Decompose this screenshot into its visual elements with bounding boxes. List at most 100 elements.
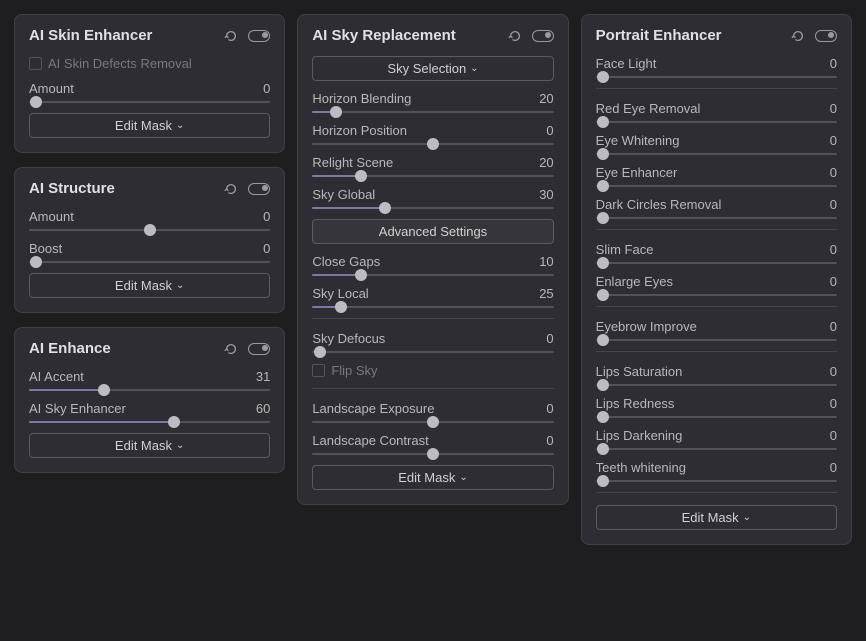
- slider-lips-darkening[interactable]: Lips Darkening0: [596, 428, 837, 450]
- slider-value: 0: [830, 319, 837, 334]
- slider-label: Landscape Contrast: [312, 433, 428, 448]
- slider-label: Eyebrow Improve: [596, 319, 697, 334]
- slider-value: 0: [263, 81, 270, 96]
- checkbox-icon: [29, 57, 42, 70]
- slider-ai-sky-enhancer[interactable]: AI Sky Enhancer 60: [29, 401, 270, 423]
- slider-value: 0: [830, 396, 837, 411]
- slider-value: 0: [830, 197, 837, 212]
- slider-close-gaps[interactable]: Close Gaps10: [312, 254, 553, 276]
- panel-toggle[interactable]: [248, 30, 270, 42]
- slider-horizon-blending[interactable]: Horizon Blending 20: [312, 91, 553, 113]
- sky-selection-button[interactable]: Sky Selection⌄: [312, 56, 553, 81]
- undo-icon[interactable]: [508, 29, 522, 43]
- slider-amount[interactable]: Amount 0: [29, 81, 270, 103]
- slider-ai-accent[interactable]: AI Accent 31: [29, 369, 270, 391]
- slider-label: Sky Defocus: [312, 331, 385, 346]
- panel-title: AI Skin Enhancer: [29, 27, 152, 44]
- slider-label: Sky Global: [312, 187, 375, 202]
- slider-value: 30: [539, 187, 553, 202]
- undo-icon[interactable]: [224, 342, 238, 356]
- undo-icon[interactable]: [791, 29, 805, 43]
- panel-toggle[interactable]: [532, 30, 554, 42]
- slider-horizon-position[interactable]: Horizon Position0: [312, 123, 553, 145]
- panel-structure: AI Structure Amount 0 Boost 0 Edit Mask⌄: [14, 167, 285, 313]
- slider-eye-enhancer[interactable]: Eye Enhancer0: [596, 165, 837, 187]
- panel-toggle[interactable]: [248, 183, 270, 195]
- panel-toggle[interactable]: [248, 343, 270, 355]
- slider-boost[interactable]: Boost 0: [29, 241, 270, 263]
- slider-label: AI Accent: [29, 369, 84, 384]
- chevron-down-icon: ⌄: [459, 472, 467, 483]
- slider-face-light[interactable]: Face Light 0: [596, 56, 837, 78]
- slider-value: 0: [263, 209, 270, 224]
- slider-sky-global[interactable]: Sky Global 30: [312, 187, 553, 209]
- advanced-settings-button[interactable]: Advanced Settings: [312, 219, 553, 244]
- slider-value: 0: [830, 274, 837, 289]
- slider-value: 0: [830, 101, 837, 116]
- slider-teeth-whitening[interactable]: Teeth whitening0: [596, 460, 837, 482]
- slider-red-eye[interactable]: Red Eye Removal 0: [596, 101, 837, 123]
- slider-landscape-contrast[interactable]: Landscape Contrast 0: [312, 433, 553, 455]
- edit-mask-button[interactable]: Edit Mask⌄: [29, 113, 270, 138]
- panel-skin-enhancer: AI Skin Enhancer AI Skin Defects Removal…: [14, 14, 285, 153]
- slider-value: 0: [830, 133, 837, 148]
- flip-sky-checkbox-row[interactable]: Flip Sky: [312, 363, 553, 378]
- edit-mask-button[interactable]: Edit Mask⌄: [596, 505, 837, 530]
- slider-enlarge-eyes[interactable]: Enlarge Eyes 0: [596, 274, 837, 296]
- panel-enhance: AI Enhance AI Accent31 AI Sky Enhancer60…: [14, 327, 285, 473]
- chevron-down-icon: ⌄: [176, 440, 184, 451]
- slider-label: AI Sky Enhancer: [29, 401, 126, 416]
- slider-label: Red Eye Removal: [596, 101, 701, 116]
- slider-value: 20: [539, 91, 553, 106]
- slider-value: 60: [256, 401, 270, 416]
- edit-mask-button[interactable]: Edit Mask⌄: [29, 273, 270, 298]
- panel-title: AI Sky Replacement: [312, 27, 455, 44]
- slider-value: 0: [830, 165, 837, 180]
- slider-value: 0: [830, 364, 837, 379]
- slider-value: 0: [830, 428, 837, 443]
- slider-value: 0: [546, 433, 553, 448]
- slider-sky-local[interactable]: Sky Local25: [312, 286, 553, 308]
- chevron-down-icon: ⌄: [470, 63, 478, 74]
- slider-label: Amount: [29, 209, 74, 224]
- undo-icon[interactable]: [224, 182, 238, 196]
- slider-value: 0: [546, 331, 553, 346]
- slider-label: Close Gaps: [312, 254, 380, 269]
- slider-dark-circles[interactable]: Dark Circles Removal 0: [596, 197, 837, 219]
- edit-mask-button[interactable]: Edit Mask⌄: [29, 433, 270, 458]
- panel-sky-replacement: AI Sky Replacement Sky Selection⌄ Horizo…: [297, 14, 568, 505]
- slider-value: 0: [546, 123, 553, 138]
- slider-slim-face[interactable]: Slim Face0: [596, 242, 837, 264]
- panel-title: Portrait Enhancer: [596, 27, 722, 44]
- slider-label: Dark Circles Removal: [596, 197, 722, 212]
- slider-label: Relight Scene: [312, 155, 393, 170]
- checkbox-label: Flip Sky: [331, 363, 377, 378]
- skin-defects-checkbox-row[interactable]: AI Skin Defects Removal: [29, 56, 270, 71]
- slider-value: 0: [263, 241, 270, 256]
- slider-amount[interactable]: Amount 0: [29, 209, 270, 231]
- slider-sky-defocus[interactable]: Sky Defocus 0: [312, 331, 553, 353]
- slider-label: Amount: [29, 81, 74, 96]
- slider-value: 0: [830, 242, 837, 257]
- undo-icon[interactable]: [224, 29, 238, 43]
- slider-landscape-exposure[interactable]: Landscape Exposure0: [312, 401, 553, 423]
- edit-mask-button[interactable]: Edit Mask⌄: [312, 465, 553, 490]
- slider-label: Horizon Blending: [312, 91, 411, 106]
- slider-eyebrow-improve[interactable]: Eyebrow Improve 0: [596, 319, 837, 341]
- slider-label: Eye Whitening: [596, 133, 680, 148]
- slider-value: 0: [830, 56, 837, 71]
- slider-label: Landscape Exposure: [312, 401, 434, 416]
- slider-label: Face Light: [596, 56, 657, 71]
- slider-label: Enlarge Eyes: [596, 274, 673, 289]
- slider-label: Boost: [29, 241, 62, 256]
- slider-value: 0: [830, 460, 837, 475]
- slider-lips-redness[interactable]: Lips Redness0: [596, 396, 837, 418]
- slider-value: 31: [256, 369, 270, 384]
- slider-label: Lips Saturation: [596, 364, 683, 379]
- slider-relight-scene[interactable]: Relight Scene20: [312, 155, 553, 177]
- checkbox-label: AI Skin Defects Removal: [48, 56, 192, 71]
- panel-toggle[interactable]: [815, 30, 837, 42]
- slider-eye-whitening[interactable]: Eye Whitening 0: [596, 133, 837, 155]
- panel-title: AI Structure: [29, 180, 115, 197]
- slider-lips-saturation[interactable]: Lips Saturation 0: [596, 364, 837, 386]
